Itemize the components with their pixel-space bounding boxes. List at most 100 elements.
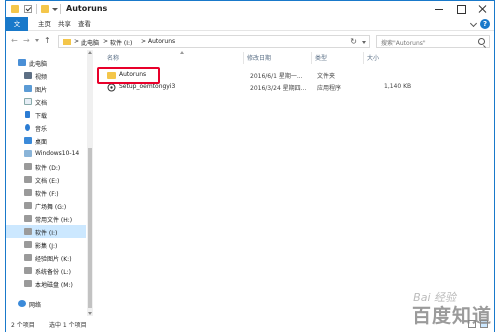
sidebar-item-drive-f[interactable]: 软件 (F:)	[6, 186, 86, 199]
drive-icon	[24, 215, 32, 222]
sidebar-item-drive-l[interactable]: 系统备份 (L:)	[6, 264, 86, 277]
column-divider[interactable]	[311, 52, 312, 64]
sidebar-item-label: 文档 (E:)	[35, 178, 60, 185]
column-header-type[interactable]: 类型	[315, 53, 327, 62]
title-bar: Autoruns	[6, 0, 494, 17]
address-separator[interactable]: >	[74, 38, 79, 45]
drive-icon	[24, 267, 32, 274]
drive-icon	[24, 150, 32, 157]
scroll-down-icon[interactable]	[88, 312, 92, 315]
address-separator[interactable]: >	[103, 38, 108, 45]
sidebar-item-drive-k[interactable]: 经验图片 (K:)	[6, 251, 86, 264]
drive-icon	[24, 202, 32, 209]
item-count: 2 个项目	[11, 322, 35, 329]
desktop-icon	[24, 137, 32, 144]
tab-file[interactable]: 文件	[6, 17, 28, 42]
breadcrumb-drive[interactable]: 软件 (I:)	[110, 38, 132, 47]
drive-icon	[24, 189, 32, 196]
sidebar-item-label: 桌面	[35, 139, 48, 146]
scroll-up-icon[interactable]	[88, 51, 92, 54]
sidebar-item-label: 广场舞 (G:)	[35, 204, 67, 211]
file-date: 2016/3/24 星期四...	[250, 85, 307, 92]
sort-caret-icon	[180, 51, 184, 54]
sidebar-item-pictures[interactable]: 图片	[6, 82, 86, 95]
sidebar-item-this-pc[interactable]: 此电脑	[6, 56, 86, 69]
sidebar-item-documents[interactable]: 文档	[6, 95, 86, 108]
drive-icon	[24, 280, 32, 287]
file-type: 文件夹	[317, 73, 336, 80]
column-header-size[interactable]: 大小	[367, 53, 379, 62]
sidebar-item-label: 影集 (J:)	[35, 243, 58, 250]
file-name: Setup_oemtongyi3	[119, 83, 176, 90]
address-history-icon[interactable]	[362, 41, 366, 44]
sidebar-scrollbar[interactable]	[87, 50, 93, 316]
sidebar-item-drive-e[interactable]: 文档 (E:)	[6, 173, 86, 186]
column-header-date[interactable]: 修改日期	[247, 53, 271, 62]
sidebar-item-downloads[interactable]: 下载	[6, 108, 86, 121]
chevron-down-icon[interactable]	[52, 8, 58, 11]
window-title: Autoruns	[66, 4, 108, 13]
sidebar-item-drive-i[interactable]: 软件 (I:)	[6, 225, 86, 238]
breadcrumb-folder[interactable]: Autoruns	[148, 38, 175, 45]
refresh-icon[interactable]: ↻	[350, 37, 357, 46]
sidebar-item-drive-g[interactable]: 广场舞 (G:)	[6, 199, 86, 212]
sidebar-item-video[interactable]: 视频	[6, 69, 86, 82]
expand-ribbon-icon[interactable]	[469, 19, 478, 28]
sidebar-item-drive-d[interactable]: 软件 (D:)	[6, 160, 86, 173]
breadcrumb-this-pc[interactable]: 此电脑	[81, 38, 99, 47]
computer-icon	[18, 59, 26, 66]
sidebar-item-label: 图片	[35, 87, 48, 94]
drive-icon	[24, 241, 32, 248]
file-size: 1,140 KB	[384, 83, 412, 90]
divider	[60, 4, 61, 14]
drive-icon	[24, 176, 32, 183]
file-date: 2016/6/1 星期一...	[250, 73, 303, 80]
properties-icon[interactable]	[24, 5, 32, 13]
sidebar-item-label: 此电脑	[29, 61, 48, 68]
scrollbar-thumb[interactable]	[88, 148, 92, 308]
download-icon	[25, 111, 30, 118]
sidebar-item-drive-m[interactable]: 本地磁盘 (M:)	[6, 277, 86, 290]
recent-locations-icon[interactable]	[35, 39, 39, 42]
forward-arrow-icon[interactable]: →	[23, 36, 30, 45]
sidebar-item-network[interactable]: 网络	[6, 297, 86, 310]
folder-icon[interactable]	[11, 5, 19, 13]
tab-view[interactable]: 查看	[72, 17, 97, 31]
sidebar-item-drive-c[interactable]: Windows10-14	[6, 147, 86, 160]
sidebar-item-label: 视频	[35, 74, 48, 81]
back-arrow-icon[interactable]: ←	[11, 36, 18, 45]
minimize-button[interactable]	[428, 1, 450, 17]
sidebar-item-label: Windows10-14	[35, 150, 80, 157]
address-separator[interactable]: >	[141, 38, 146, 45]
column-header-name[interactable]: 名称	[107, 53, 119, 62]
help-icon[interactable]: ?	[480, 19, 490, 29]
sidebar-item-label: 系统备份 (L:)	[35, 269, 71, 276]
pictures-icon	[24, 85, 32, 92]
sidebar-item-drive-h[interactable]: 常用文件 (H:)	[6, 212, 86, 225]
address-bar[interactable]: > 此电脑 > 软件 (I:) > Autoruns ↻	[58, 35, 370, 48]
sidebar-item-desktop[interactable]: 桌面	[6, 134, 86, 147]
column-divider[interactable]	[363, 52, 364, 64]
search-input[interactable]: 搜索"Autoruns"	[376, 35, 490, 48]
sidebar-item-drive-j[interactable]: 影集 (J:)	[6, 238, 86, 251]
search-icon[interactable]	[478, 38, 485, 45]
sidebar-item-music[interactable]: 音乐	[6, 121, 86, 134]
documents-icon	[24, 98, 32, 105]
maximize-button[interactable]	[450, 1, 472, 17]
column-divider[interactable]	[243, 52, 244, 64]
ribbon-tabs: 文件 主页 共享 查看 ?	[6, 17, 494, 42]
sidebar-item-label: 本地磁盘 (M:)	[35, 282, 73, 289]
video-icon	[24, 72, 32, 79]
file-list: 名称 修改日期 类型 大小 Autoruns 2016/6/1 星期一... 文…	[95, 50, 490, 316]
navigation-bar: ← → ↑ > 此电脑 > 软件 (I:) > Autoruns ↻ 搜索"Au…	[6, 32, 494, 50]
application-icon	[107, 83, 116, 92]
watermark-logo: 百度知道	[411, 305, 492, 327]
folder-icon	[63, 39, 71, 45]
sidebar-item-label: 文档	[35, 100, 48, 107]
up-arrow-icon[interactable]: ↑	[44, 36, 51, 45]
close-button[interactable]	[472, 1, 494, 17]
search-placeholder: 搜索"Autoruns"	[381, 40, 426, 47]
sidebar-item-label: 常用文件 (H:)	[35, 217, 73, 224]
music-icon	[25, 124, 30, 131]
new-folder-icon[interactable]	[41, 5, 49, 13]
